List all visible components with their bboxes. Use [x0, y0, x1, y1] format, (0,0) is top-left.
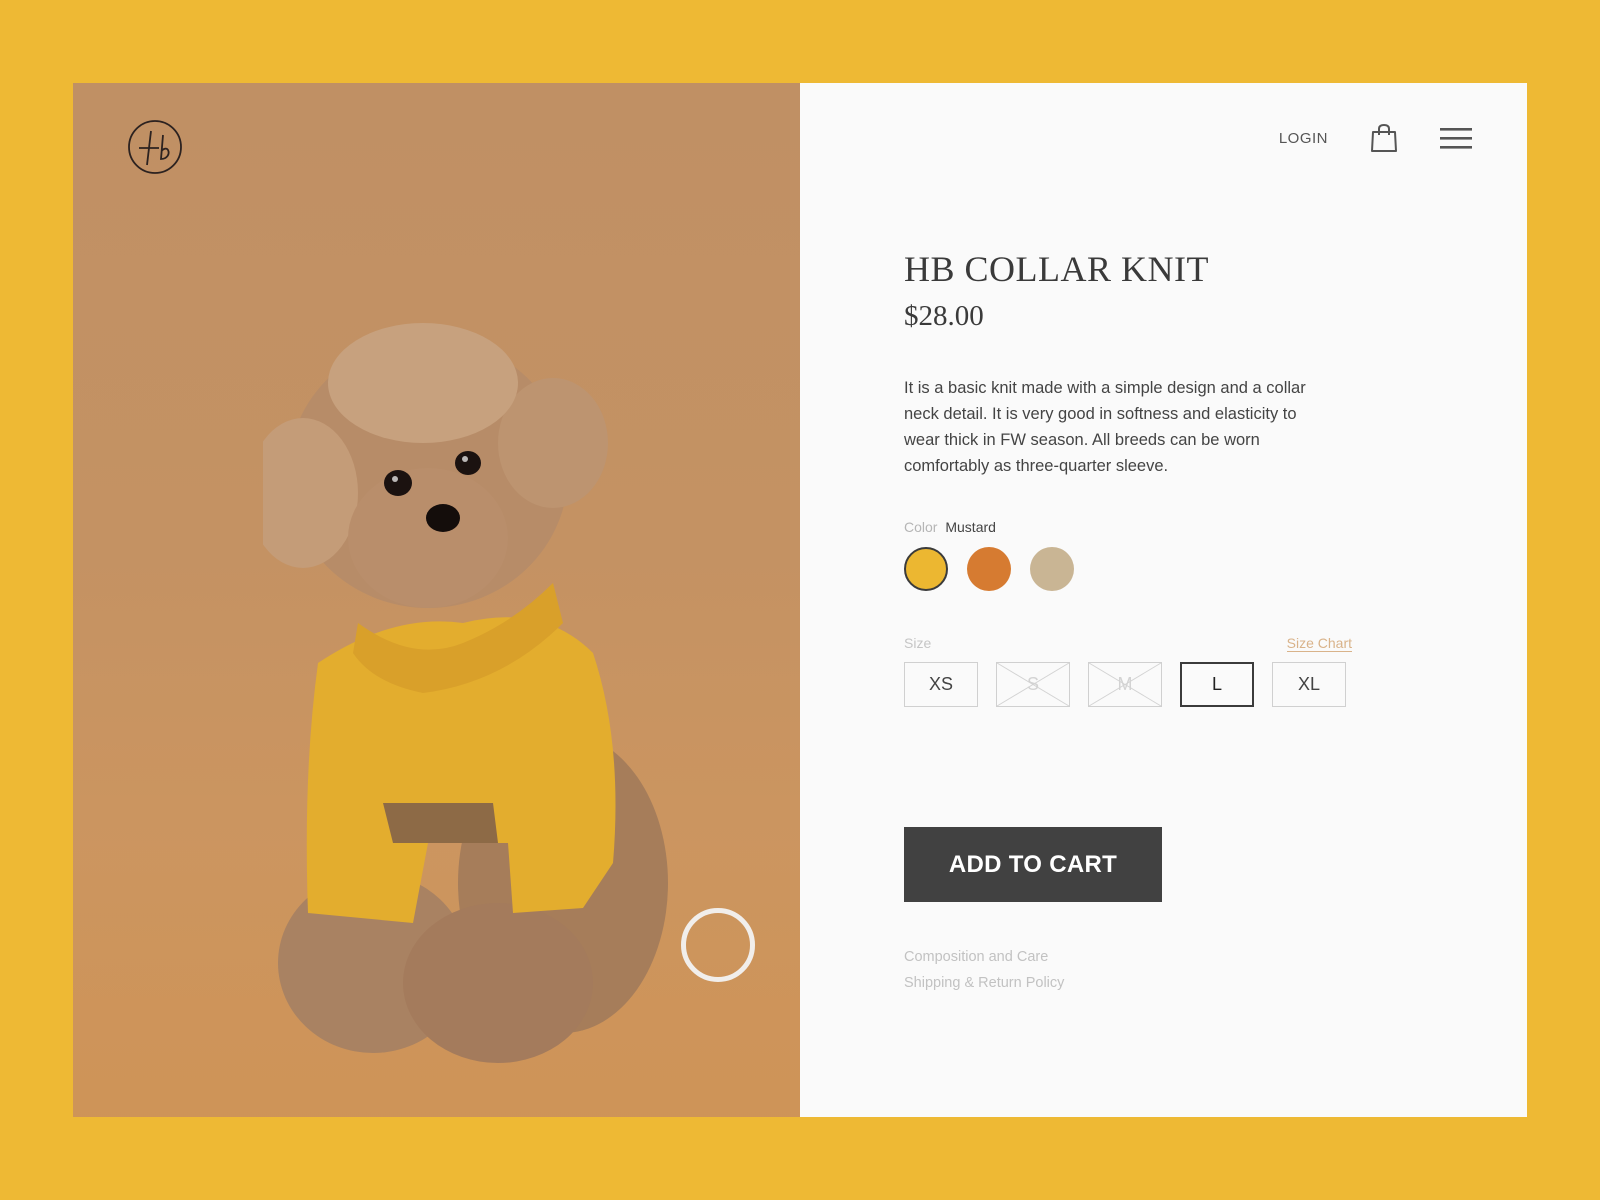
unavailable-cross-icon: [997, 663, 1069, 706]
top-nav: LOGIN: [1279, 123, 1472, 153]
size-header: Size Size Chart: [904, 635, 1352, 652]
size-label-xl: XL: [1298, 674, 1321, 694]
composition-care-link[interactable]: Composition and Care: [904, 944, 1364, 970]
size-label: Size: [904, 635, 932, 651]
size-label-xs: XS: [928, 674, 953, 694]
shipping-return-link[interactable]: Shipping & Return Policy: [904, 970, 1364, 996]
product-title: HB COLLAR KNIT: [904, 249, 1209, 289]
cursor-indicator: [681, 908, 755, 982]
color-label: Color: [904, 519, 938, 535]
swatch-orange[interactable]: [967, 547, 1011, 591]
size-options: XS S M L: [904, 662, 1364, 707]
color-swatches: [904, 547, 1364, 591]
product-detail-panel: LOGIN HB COLLAR KNIT $28.00 It is a basi…: [800, 83, 1527, 1117]
size-label-l: L: [1212, 674, 1223, 694]
color-selector-label: Color Mustard: [904, 519, 1364, 535]
size-option-m[interactable]: M: [1088, 662, 1162, 707]
product-description: It is a basic knit made with a simple de…: [904, 379, 1306, 475]
size-option-s[interactable]: S: [996, 662, 1070, 707]
dog-illustration: [263, 323, 668, 1063]
swatch-mustard[interactable]: [904, 547, 948, 591]
product-photo: [73, 83, 800, 1117]
shopping-bag-icon[interactable]: [1370, 123, 1398, 153]
size-chart-link[interactable]: Size Chart: [1286, 635, 1352, 652]
product-info: HB COLLAR KNIT $28.00 It is a basic knit…: [904, 248, 1364, 996]
product-price: $28.00: [904, 300, 984, 332]
size-option-xl[interactable]: XL: [1272, 662, 1347, 707]
unavailable-cross-icon: [1089, 663, 1161, 706]
product-card: LOGIN HB COLLAR KNIT $28.00 It is a basi…: [73, 83, 1527, 1117]
add-to-cart-button[interactable]: ADD TO CART: [904, 827, 1162, 902]
size-option-l[interactable]: L: [1180, 662, 1255, 707]
hamburger-menu-icon[interactable]: [1440, 126, 1472, 150]
selected-color: Mustard: [945, 519, 996, 535]
info-links: Composition and Care Shipping & Return P…: [904, 944, 1364, 996]
brand-logo-icon[interactable]: [127, 119, 183, 175]
swatch-beige[interactable]: [1030, 547, 1074, 591]
login-link[interactable]: LOGIN: [1279, 130, 1328, 147]
size-option-xs[interactable]: XS: [904, 662, 978, 707]
